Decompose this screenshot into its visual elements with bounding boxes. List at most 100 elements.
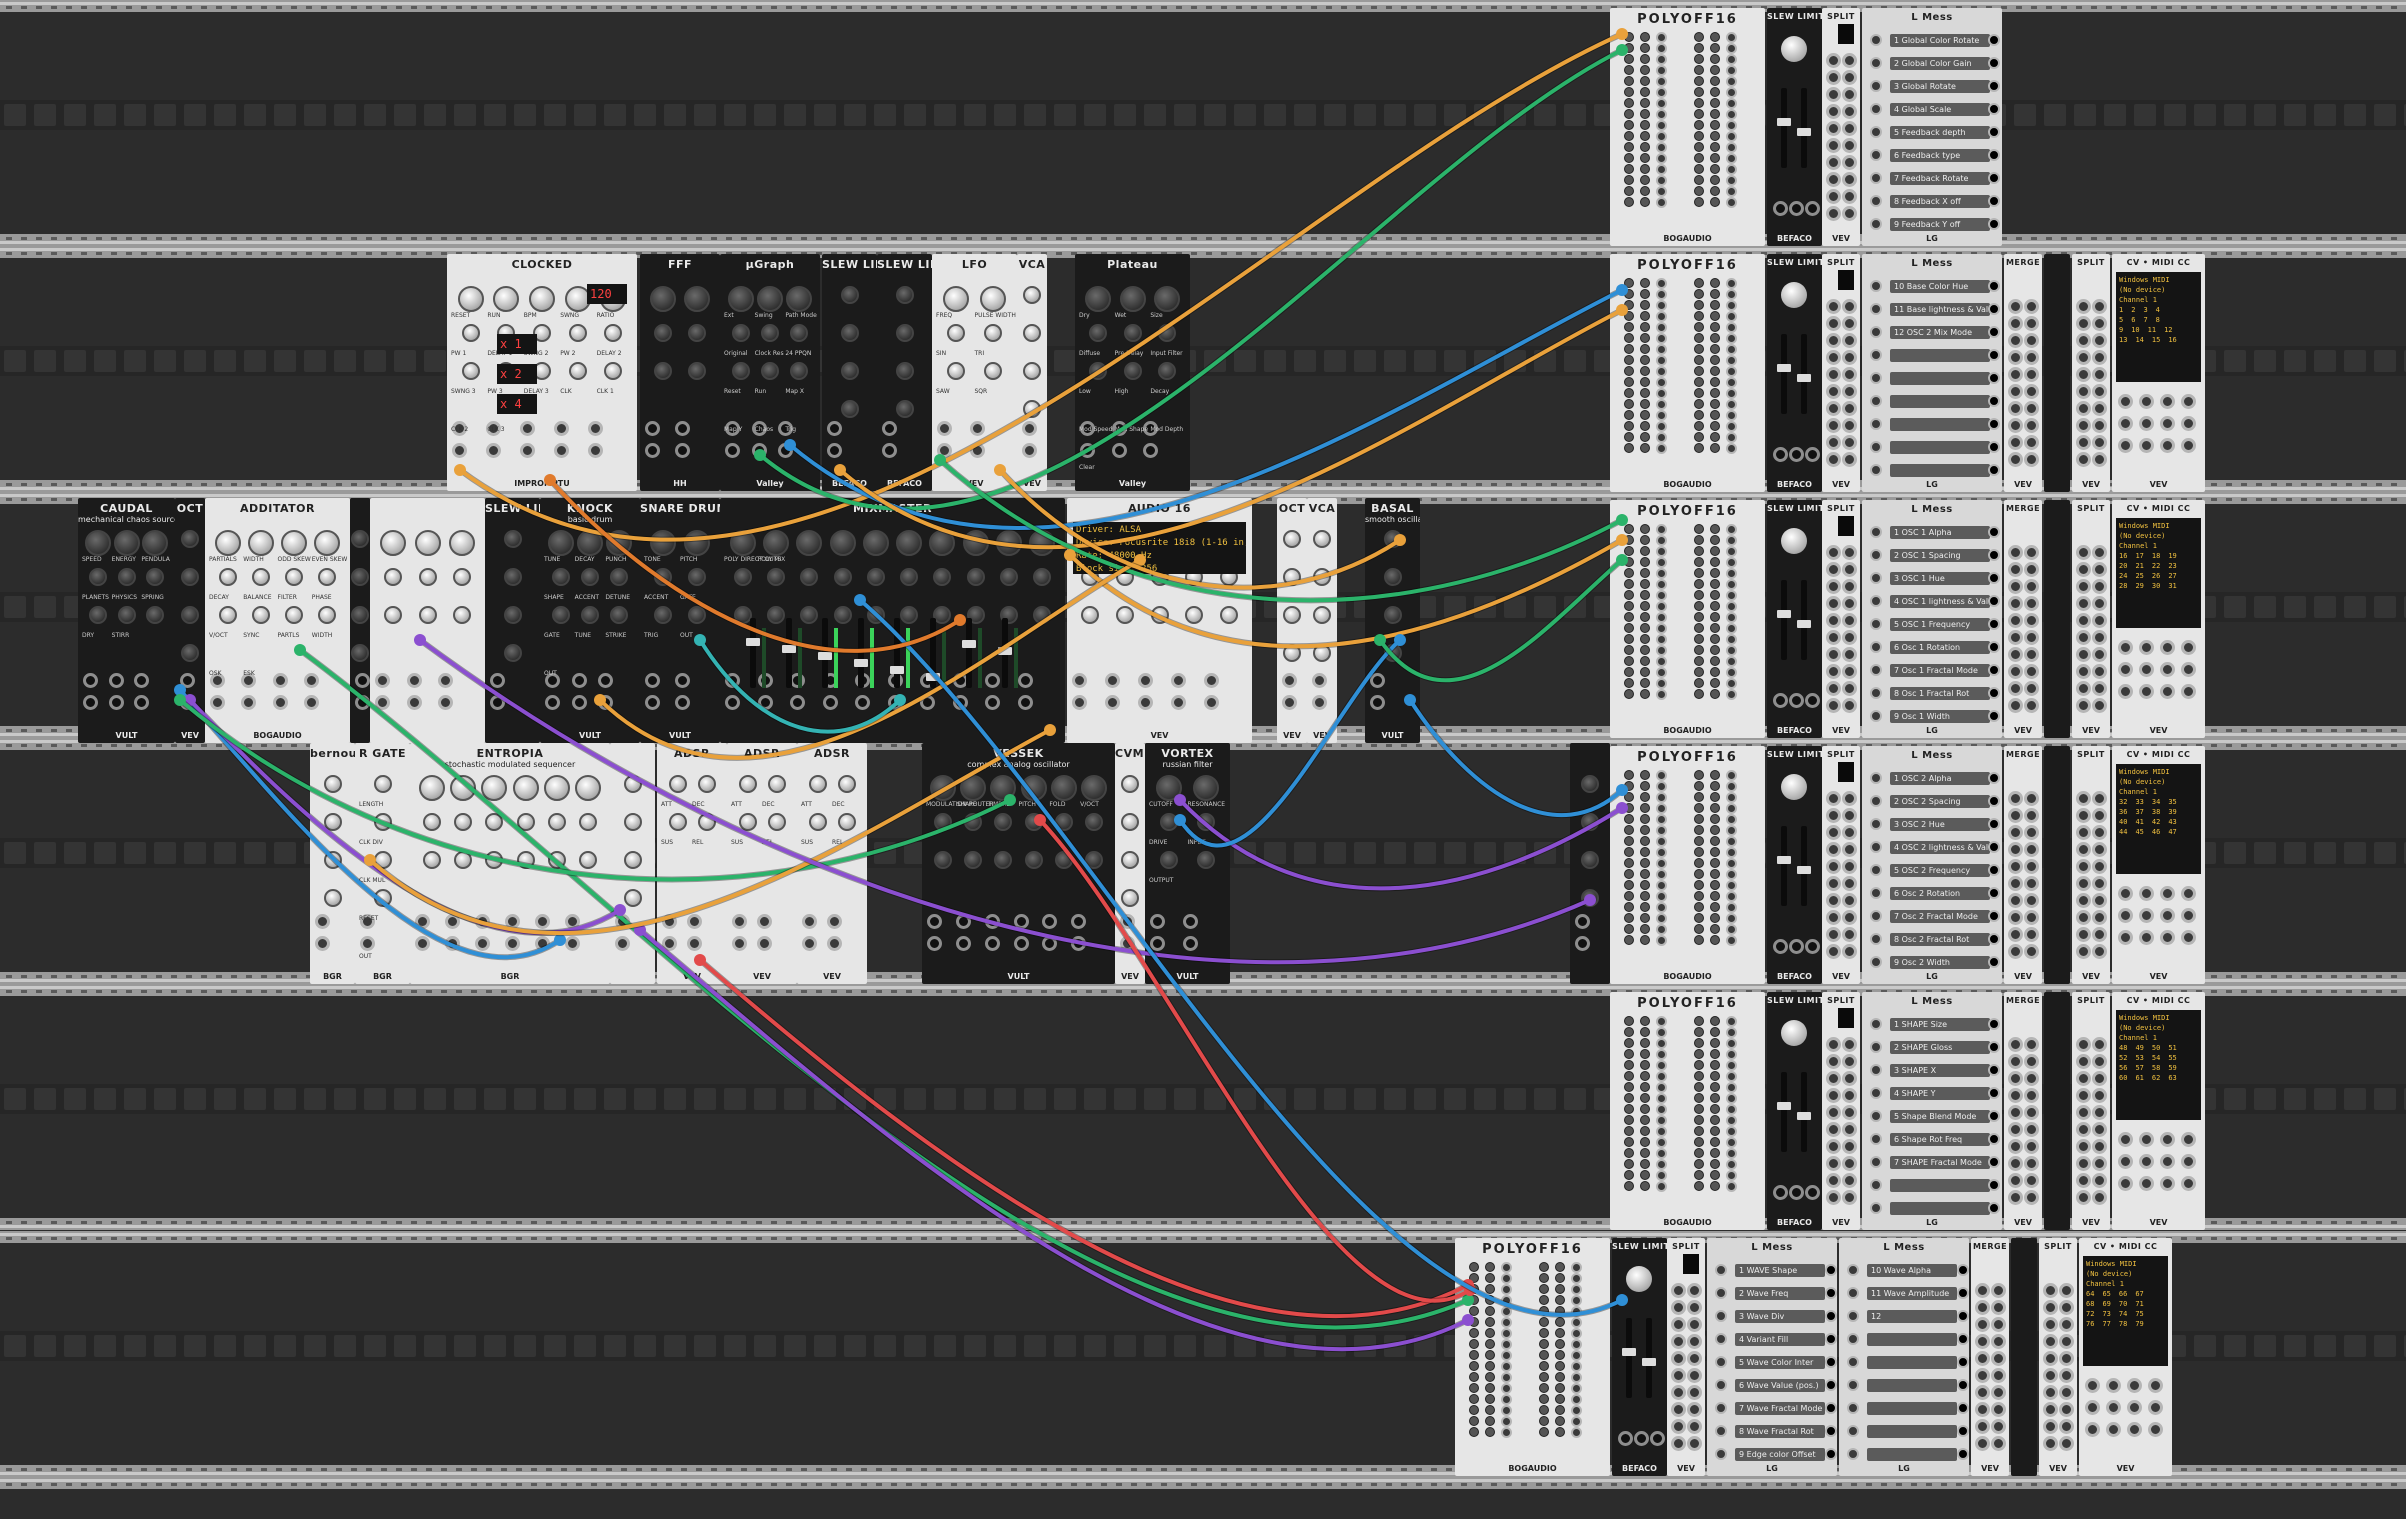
offset-knob[interactable] — [1694, 164, 1704, 174]
channel-fader[interactable] — [746, 618, 760, 688]
split-jack[interactable] — [2092, 630, 2107, 645]
split-jack[interactable] — [1842, 189, 1857, 204]
offset-knob[interactable] — [1694, 1181, 1704, 1191]
cc-number[interactable]: 53 — [2135, 1053, 2143, 1063]
scale-knob[interactable] — [1710, 880, 1720, 890]
knob[interactable] — [1219, 606, 1238, 624]
offset-knob[interactable] — [1624, 535, 1634, 545]
knob[interactable] — [251, 606, 270, 624]
channel-jack[interactable] — [1571, 1416, 1582, 1427]
split-jack[interactable] — [1826, 698, 1841, 713]
knob[interactable] — [762, 530, 789, 556]
channel-jack[interactable] — [1656, 1060, 1667, 1071]
cc-number[interactable]: 69 — [2102, 1299, 2110, 1309]
knob[interactable] — [833, 606, 852, 624]
slot-out-jack[interactable] — [1988, 687, 2000, 699]
scale-knob[interactable] — [1640, 935, 1650, 945]
scale-knob[interactable] — [1710, 557, 1720, 567]
shape-knob[interactable] — [1781, 774, 1807, 800]
knob[interactable] — [181, 568, 199, 586]
knob[interactable] — [181, 606, 199, 624]
channel-jack[interactable] — [1656, 410, 1667, 421]
cc-number[interactable]: 64 — [2086, 1289, 2094, 1299]
jack-port[interactable] — [1120, 914, 1135, 929]
channel-fader[interactable] — [818, 618, 832, 688]
knob[interactable] — [668, 813, 687, 831]
split-jack[interactable] — [1842, 910, 1857, 925]
offset-knob[interactable] — [1624, 770, 1634, 780]
slot-jack[interactable] — [1870, 864, 1882, 876]
offset-knob[interactable] — [1624, 1115, 1634, 1125]
scale-knob[interactable] — [1555, 1295, 1565, 1305]
scale-knob[interactable] — [1640, 1071, 1650, 1081]
offset-knob[interactable] — [1624, 880, 1634, 890]
slot-out-jack[interactable] — [1988, 1179, 2000, 1191]
offset-knob[interactable] — [1694, 847, 1704, 857]
knob[interactable] — [1313, 530, 1331, 548]
offset-knob[interactable] — [1624, 175, 1634, 185]
channel-jack[interactable] — [1656, 880, 1667, 891]
split-jack[interactable] — [2076, 825, 2091, 840]
knob[interactable] — [503, 606, 522, 624]
slot-out-jack[interactable] — [1988, 195, 2000, 207]
merge-jack[interactable] — [2024, 545, 2039, 560]
jack-port[interactable] — [675, 695, 690, 710]
split-jack[interactable] — [2092, 791, 2107, 806]
slot-out-jack[interactable] — [1957, 1264, 1969, 1276]
cc-number[interactable]: 65 — [2102, 1289, 2110, 1299]
channel-jack[interactable] — [1571, 1317, 1582, 1328]
scale-knob[interactable] — [1710, 443, 1720, 453]
scale-knob[interactable] — [1640, 153, 1650, 163]
channel-jack[interactable] — [1656, 1148, 1667, 1159]
cc-number[interactable]: 6 — [2131, 315, 2135, 325]
offset-knob[interactable] — [1624, 557, 1634, 567]
scale-knob[interactable] — [1710, 546, 1720, 556]
fader-cap[interactable] — [1777, 364, 1791, 372]
knob[interactable] — [373, 851, 392, 869]
split-jack[interactable] — [1842, 842, 1857, 857]
channel-jack[interactable] — [1571, 1306, 1582, 1317]
channel-jack[interactable] — [1501, 1262, 1512, 1273]
split-jack[interactable] — [2076, 333, 2091, 348]
channel-jack[interactable] — [1726, 377, 1737, 388]
cc-number[interactable]: 68 — [2086, 1299, 2094, 1309]
channel-jack[interactable] — [1656, 366, 1667, 377]
knob[interactable] — [895, 362, 914, 380]
cc-number[interactable]: 3 — [2143, 305, 2147, 315]
cc-number[interactable]: 48 — [2119, 1043, 2127, 1053]
rise-fader[interactable] — [1777, 580, 1791, 660]
merge-jack[interactable] — [1975, 1436, 1990, 1451]
fall-fader[interactable] — [1797, 334, 1811, 414]
channel-jack[interactable] — [1656, 656, 1667, 667]
slot-jack[interactable] — [1870, 795, 1882, 807]
jack-port[interactable] — [757, 936, 772, 951]
knob[interactable] — [1029, 530, 1056, 556]
offset-knob[interactable] — [1694, 142, 1704, 152]
offset-knob[interactable] — [1624, 1159, 1634, 1169]
cc-number[interactable]: 73 — [2102, 1309, 2110, 1319]
channel-jack[interactable] — [1726, 120, 1737, 131]
offset-knob[interactable] — [1539, 1394, 1549, 1404]
slot-jack[interactable] — [1870, 641, 1882, 653]
slot-jack[interactable] — [1715, 1287, 1727, 1299]
scale-knob[interactable] — [1710, 65, 1720, 75]
slot-out-jack[interactable] — [1988, 910, 2000, 922]
channel-jack[interactable] — [1726, 590, 1737, 601]
offset-knob[interactable] — [1624, 1137, 1634, 1147]
scale-knob[interactable] — [1485, 1394, 1495, 1404]
knob[interactable] — [384, 606, 403, 624]
scale-knob[interactable] — [1710, 311, 1720, 321]
knob[interactable] — [840, 362, 859, 380]
offset-knob[interactable] — [1694, 612, 1704, 622]
split-jack[interactable] — [1826, 350, 1841, 365]
split-jack[interactable] — [1842, 1071, 1857, 1086]
split-jack[interactable] — [1687, 1368, 1702, 1383]
channel-jack[interactable] — [1656, 1049, 1667, 1060]
offset-knob[interactable] — [1469, 1273, 1479, 1283]
channel-jack[interactable] — [1571, 1405, 1582, 1416]
jack-port[interactable] — [984, 914, 1000, 929]
channel-jack[interactable] — [1656, 612, 1667, 623]
cc-input-jack[interactable] — [2127, 1422, 2142, 1437]
knob[interactable] — [688, 362, 706, 380]
knob[interactable] — [650, 530, 676, 556]
